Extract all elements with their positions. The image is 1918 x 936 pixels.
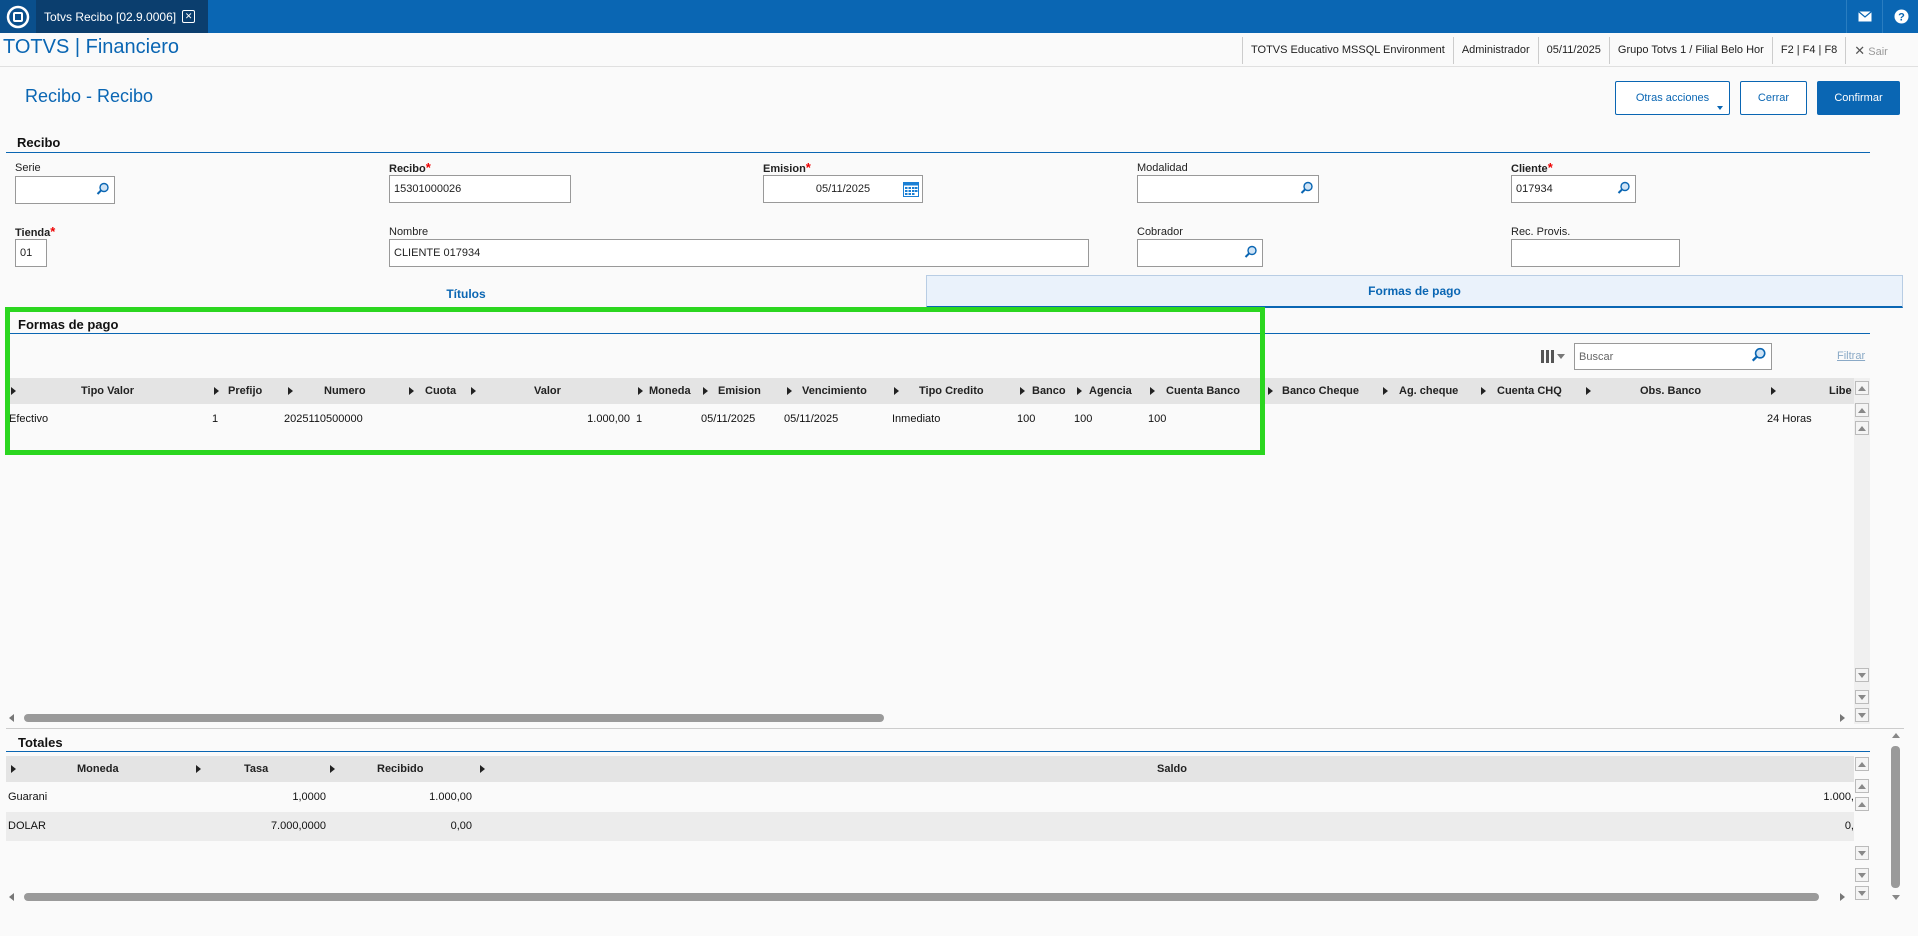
- col-moneda[interactable]: Moneda: [77, 756, 119, 782]
- search-icon[interactable]: [1617, 181, 1631, 198]
- scroll-left-arrow[interactable]: [9, 714, 14, 722]
- user-name: Administrador: [1452, 37, 1538, 64]
- modalidad-input[interactable]: [1137, 175, 1319, 203]
- header-divider: [0, 66, 1918, 67]
- scroll-left-arrow[interactable]: [9, 893, 14, 901]
- chevron-down-icon: [1717, 106, 1723, 110]
- scroll-down-button[interactable]: [1855, 668, 1869, 682]
- emision-label: Emision*: [763, 160, 811, 175]
- company-branch[interactable]: Grupo Totvs 1 / Filial Belo Hor: [1608, 37, 1772, 64]
- cliente-label: Cliente*: [1511, 160, 1553, 175]
- page-vertical-scroll-thumb[interactable]: [1891, 746, 1900, 888]
- rec-provis-input[interactable]: [1511, 239, 1680, 267]
- cobrador-label: Cobrador: [1137, 226, 1183, 238]
- tienda-input[interactable]: 01: [15, 239, 47, 267]
- scroll-bottom-button[interactable]: [1855, 886, 1869, 900]
- scroll-down-button[interactable]: [1855, 846, 1869, 860]
- col-tasa[interactable]: Tasa: [244, 756, 268, 782]
- scroll-top-button[interactable]: [1855, 381, 1869, 395]
- exit-button[interactable]: ✕ Sair: [1845, 37, 1896, 64]
- search-icon[interactable]: [1300, 181, 1314, 198]
- rec-provis-label: Rec. Provis.: [1511, 226, 1571, 238]
- tienda-label: Tienda*: [15, 224, 56, 239]
- other-actions-button[interactable]: Otras acciones: [1615, 81, 1730, 115]
- columns-icon: [1541, 349, 1554, 363]
- totales-horizontal-scroll-thumb[interactable]: [24, 893, 1819, 901]
- nombre-input[interactable]: CLIENTE 017934: [389, 239, 1089, 267]
- search-icon[interactable]: [1244, 245, 1258, 262]
- filter-link[interactable]: Filtrar: [1837, 350, 1865, 362]
- help-icon[interactable]: ?: [1882, 0, 1918, 33]
- close-icon: ✕: [1854, 43, 1866, 58]
- table-row[interactable]: DOLAR 7.000,0000 0,00 0,: [6, 812, 1854, 841]
- page-title: Recibo - Recibo: [25, 86, 154, 106]
- totales-grid-header: Moneda Tasa Recibido Saldo: [6, 756, 1854, 782]
- panel-divider: [6, 728, 1904, 729]
- column-config-button[interactable]: [1535, 343, 1571, 369]
- recibo-section-line: [6, 152, 1870, 153]
- nombre-label: Nombre: [389, 226, 429, 238]
- modalidad-label: Modalidad: [1137, 162, 1188, 174]
- totales-section-title: Totales: [18, 735, 63, 750]
- recibo-label: Recibo*: [389, 160, 431, 175]
- col-recibido[interactable]: Recibido: [377, 756, 423, 782]
- totales-section-line: [6, 751, 1870, 752]
- cobrador-input[interactable]: [1137, 239, 1263, 267]
- recibo-section-title: Recibo: [17, 135, 61, 150]
- calendar-icon[interactable]: [903, 182, 919, 200]
- page-scroll-up-arrow[interactable]: [1892, 733, 1900, 738]
- scroll-page-up-button[interactable]: [1855, 403, 1869, 417]
- program-tab-title: Totvs Recibo [02.9.0006]: [44, 9, 177, 24]
- table-row[interactable]: Guarani 1,0000 1.000,00 1.000,: [6, 783, 1854, 812]
- search-input[interactable]: Buscar: [1574, 343, 1772, 370]
- confirm-button[interactable]: Confirmar: [1817, 81, 1900, 115]
- totvs-logo-icon[interactable]: [0, 0, 36, 33]
- formas-horizontal-scroll-thumb[interactable]: [24, 714, 884, 722]
- search-icon[interactable]: [1751, 347, 1767, 366]
- environment-info-bar: TOTVS Educativo MSSQL Environment Admini…: [1242, 37, 1896, 64]
- col-obs-banco[interactable]: Obs. Banco: [1640, 378, 1701, 404]
- mail-icon[interactable]: [1846, 0, 1883, 33]
- scroll-bottom-button[interactable]: [1855, 708, 1869, 722]
- cliente-input[interactable]: 017934: [1511, 175, 1636, 203]
- scroll-page-down-button[interactable]: [1855, 690, 1869, 704]
- environment-name: TOTVS Educativo MSSQL Environment: [1242, 37, 1453, 64]
- scroll-page-down-button[interactable]: [1855, 868, 1869, 882]
- close-tab-icon[interactable]: ✕: [182, 10, 196, 23]
- scroll-up-button[interactable]: [1855, 797, 1869, 811]
- col-saldo[interactable]: Saldo: [1157, 756, 1187, 782]
- col-cuenta-chq[interactable]: Cuenta CHQ: [1497, 378, 1562, 404]
- scroll-right-arrow[interactable]: [1840, 893, 1845, 901]
- page-scroll-down-arrow[interactable]: [1892, 895, 1900, 900]
- svg-text:?: ?: [1898, 12, 1905, 24]
- shortcut-keys: F2 | F4 | F8: [1771, 37, 1845, 64]
- top-bar: [0, 0, 1918, 33]
- chevron-down-icon: [1557, 353, 1565, 359]
- close-button[interactable]: Cerrar: [1740, 81, 1807, 115]
- scroll-top-button[interactable]: [1855, 757, 1869, 771]
- base-date: 05/11/2025: [1537, 37, 1609, 64]
- recibo-input[interactable]: 15301000026: [389, 175, 571, 203]
- app-title: TOTVS | Financiero: [3, 36, 179, 58]
- col-libe[interactable]: Libe: [1829, 378, 1852, 404]
- scroll-up-button[interactable]: [1855, 421, 1869, 435]
- scroll-page-up-button[interactable]: [1855, 779, 1869, 793]
- serie-input[interactable]: [15, 176, 115, 204]
- serie-label: Serie: [15, 162, 41, 174]
- emision-date-input[interactable]: 05/11/2025: [763, 175, 923, 203]
- col-ag-cheque[interactable]: Ag. cheque: [1399, 378, 1458, 404]
- col-banco-cheque[interactable]: Banco Cheque: [1282, 378, 1359, 404]
- scroll-right-arrow[interactable]: [1840, 714, 1845, 722]
- tab-formas-de-pago[interactable]: Formas de pago: [926, 275, 1903, 308]
- highlight-box: [5, 307, 1265, 455]
- search-icon[interactable]: [96, 182, 110, 199]
- program-tab[interactable]: Totvs Recibo [02.9.0006] ✕: [36, 0, 208, 33]
- tab-titulos[interactable]: Títulos: [6, 279, 926, 308]
